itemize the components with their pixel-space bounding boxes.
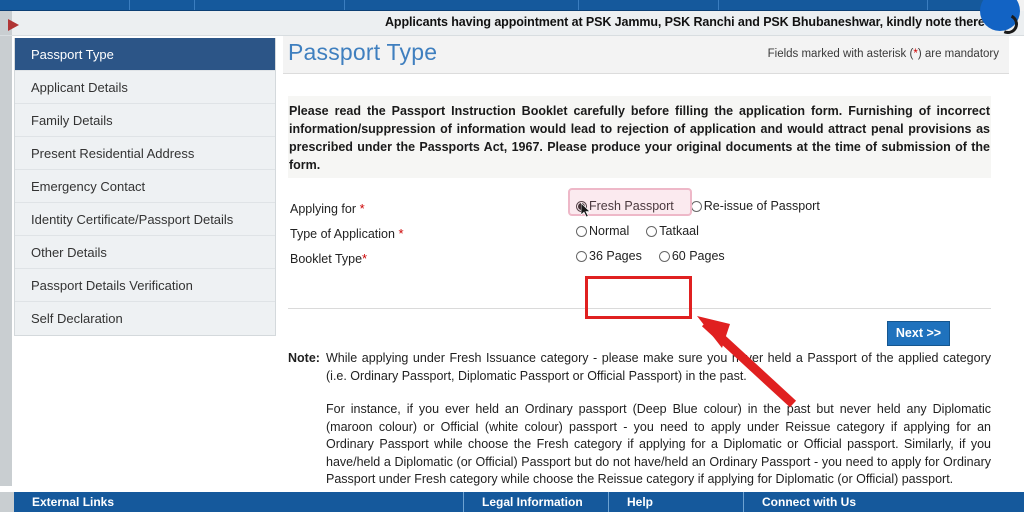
announcement-text: Applicants having appointment at PSK Jam…	[385, 15, 985, 29]
topnav-item-3[interactable]	[345, 0, 579, 10]
passport-type-form: Applying for * Fresh Passport Re-issue of …	[288, 198, 991, 273]
mandatory-fields-note: Fields marked with asterisk (*) are mand…	[768, 48, 999, 60]
topnav-item-2[interactable]	[195, 0, 345, 10]
note-paragraph-1: While applying under Fresh Issuance cate…	[326, 351, 991, 383]
radio-unchecked-icon[interactable]	[576, 250, 587, 262]
topnav-item-4[interactable]	[579, 0, 719, 10]
sidebar-item-label: Self Declaration	[31, 311, 123, 326]
form-label: Booklet Type*	[290, 251, 367, 266]
site-footer: External Links Legal Information Help Conne…	[0, 492, 1024, 512]
radio-group: 36 Pages 60 Pages	[576, 249, 725, 263]
sidebar-item-label: Family Details	[31, 113, 113, 128]
footer-column-label: Help	[627, 495, 654, 509]
sidebar-item-applicant-details[interactable]: Applicant Details	[15, 71, 275, 104]
sidebar-item-passport-details-verification[interactable]: Passport Details Verification	[15, 269, 275, 302]
radio-option-label: Normal	[589, 224, 630, 238]
radio-option-label: Re-issue of Passport	[703, 199, 820, 213]
passport-seva-page: Applicants having appointment at PSK Jam…	[0, 0, 1024, 512]
sidebar-item-family-details[interactable]: Family Details	[15, 104, 275, 137]
instruction-paragraph: Please read the Passport Instruction Boo…	[288, 96, 991, 178]
main-panel: Passport Type Fields marked with asteris…	[283, 36, 1009, 488]
sidebar-item-present-residential-address[interactable]: Present Residential Address	[15, 137, 275, 170]
footer-column-label: Connect with Us	[762, 495, 857, 509]
mandatory-suffix: ) are mandatory	[917, 48, 999, 60]
footer-column-help[interactable]: Help	[609, 492, 744, 512]
radio-option-fresh-passport[interactable]: Fresh Passport	[576, 199, 674, 213]
sidebar-item-label: Passport Type	[31, 47, 114, 62]
top-navigation-bar[interactable]	[0, 0, 1024, 11]
radio-option-tatkaal[interactable]: Tatkaal	[646, 224, 699, 238]
radio-unchecked-icon[interactable]	[658, 250, 670, 262]
note-paragraph-2: For instance, if you ever held an Ordina…	[326, 402, 991, 486]
sidebar-item-label: Other Details	[31, 245, 107, 260]
radio-unchecked-icon[interactable]	[646, 225, 658, 237]
next-button[interactable]: Next >>	[887, 321, 950, 346]
play-triangle-icon	[8, 19, 19, 31]
radio-option-60-pages[interactable]: 60 Pages	[658, 249, 725, 263]
form-row-applying-for: Applying for * Fresh Passport Re-issue of …	[288, 198, 991, 223]
footer-column-legal-information[interactable]: Legal Information	[464, 492, 609, 512]
note-section: Note: While applying under Fresh Issuanc…	[288, 350, 991, 489]
footer-left-gutter	[0, 492, 14, 512]
footer-column-label: Legal Information	[482, 495, 583, 509]
form-label: Type of Application *	[290, 226, 404, 241]
sidebar-item-label: Identity Certificate/Passport Details	[31, 212, 234, 227]
footer-column-label: External Links	[32, 495, 115, 509]
panel-header: Passport Type Fields marked with asteris…	[283, 36, 1009, 74]
form-row-type-of-application: Type of Application * Normal Tatkaal	[288, 223, 991, 248]
form-row-booklet-type: Booklet Type* 36 Pages 60 Pages	[288, 248, 991, 273]
form-divider	[288, 308, 991, 309]
radio-option-label: 60 Pages	[671, 249, 725, 263]
sidebar-item-other-details[interactable]: Other Details	[15, 236, 275, 269]
radio-group: Normal Tatkaal	[576, 224, 699, 238]
sidebar-item-emergency-contact[interactable]: Emergency Contact	[15, 170, 275, 203]
radio-option-label: Fresh Passport	[589, 199, 674, 213]
page-title: Passport Type	[288, 39, 438, 65]
radio-option-label: 36 Pages	[589, 249, 642, 263]
footer-column-connect-with-us[interactable]: Connect with Us	[744, 492, 1024, 512]
sidebar-item-label: Applicant Details	[31, 80, 128, 95]
radio-option-normal[interactable]: Normal	[576, 224, 629, 238]
left-gutter	[0, 36, 12, 488]
mandatory-prefix: Fields marked with asterisk (	[767, 48, 914, 60]
required-asterisk: *	[394, 226, 404, 241]
sidebar-item-passport-type[interactable]: Passport Type	[15, 38, 275, 71]
topnav-item-1[interactable]	[130, 0, 195, 10]
page-body: Passport Type Applicant Details Family Det…	[0, 36, 1024, 488]
required-asterisk: *	[362, 251, 368, 266]
sidebar-item-label: Emergency Contact	[31, 179, 146, 194]
radio-checked-icon[interactable]	[576, 200, 587, 212]
footer-column-external-links[interactable]: External Links	[14, 492, 464, 512]
announcement-band: Applicants having appointment at PSK Jam…	[0, 11, 1024, 36]
note-label: Note:	[288, 351, 320, 365]
form-label: Applying for *	[290, 201, 365, 216]
radio-option-re-issue-of-passport[interactable]: Re-issue of Passport	[690, 199, 820, 213]
form-step-sidebar: Passport Type Applicant Details Family Det…	[14, 38, 276, 336]
radio-group: Fresh Passport Re-issue of Passport	[576, 199, 820, 213]
form-label-text: Applying for	[290, 202, 357, 216]
radio-option-label: Tatkaal	[659, 224, 699, 238]
radio-option-36-pages[interactable]: 36 Pages	[576, 249, 642, 263]
sidebar-item-label: Passport Details Verification	[31, 278, 193, 293]
sidebar-item-self-declaration[interactable]: Self Declaration	[15, 302, 275, 335]
radio-unchecked-icon[interactable]	[576, 225, 587, 237]
required-asterisk: *	[356, 201, 365, 216]
topnav-item-5[interactable]	[719, 0, 928, 10]
sidebar-item-identity-certificate-passport-details[interactable]: Identity Certificate/Passport Details	[15, 203, 275, 236]
form-label-text: Booklet Type	[290, 252, 363, 266]
sidebar-item-label: Present Residential Address	[31, 146, 195, 161]
form-label-text: Type of Application	[290, 227, 395, 241]
topnav-item-0[interactable]	[0, 0, 130, 10]
radio-unchecked-icon[interactable]	[690, 200, 702, 212]
